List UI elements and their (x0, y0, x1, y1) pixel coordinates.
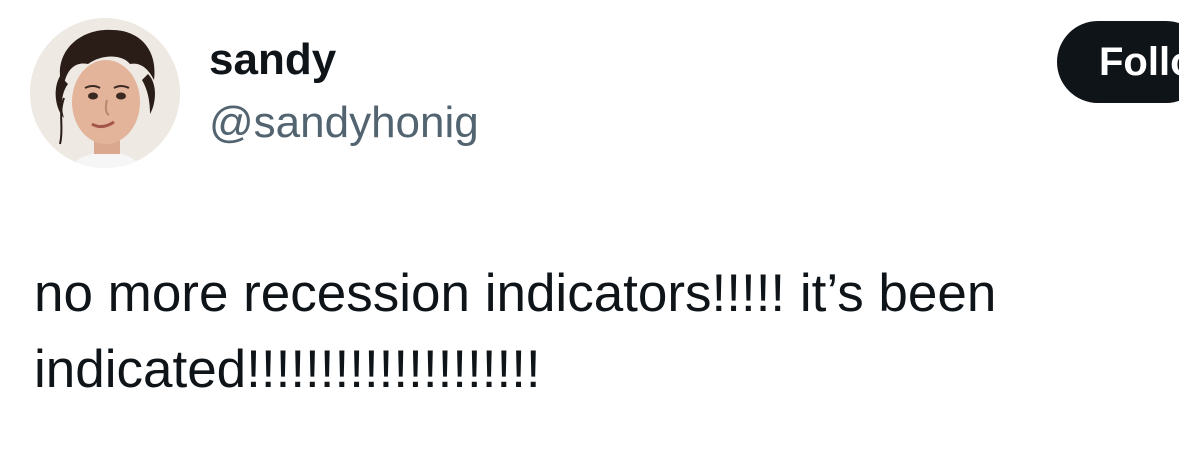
avatar-image (30, 18, 180, 168)
avatar[interactable] (30, 18, 180, 168)
tweet-card: sandy @sandyhonig Follow no more recessi… (0, 0, 1179, 464)
tweet-text-line: indicated!!!!!!!!!!!!!!!!!!!! (34, 340, 541, 399)
tweet-text-line: no more recession indicators!!!!! it’s b… (34, 264, 997, 323)
tweet-text: no more recession indicators!!!!! it’s b… (34, 256, 1154, 408)
display-name[interactable]: sandy (209, 38, 336, 82)
follow-button[interactable]: Follow (1057, 21, 1179, 103)
user-handle[interactable]: @sandyhonig (209, 101, 479, 145)
